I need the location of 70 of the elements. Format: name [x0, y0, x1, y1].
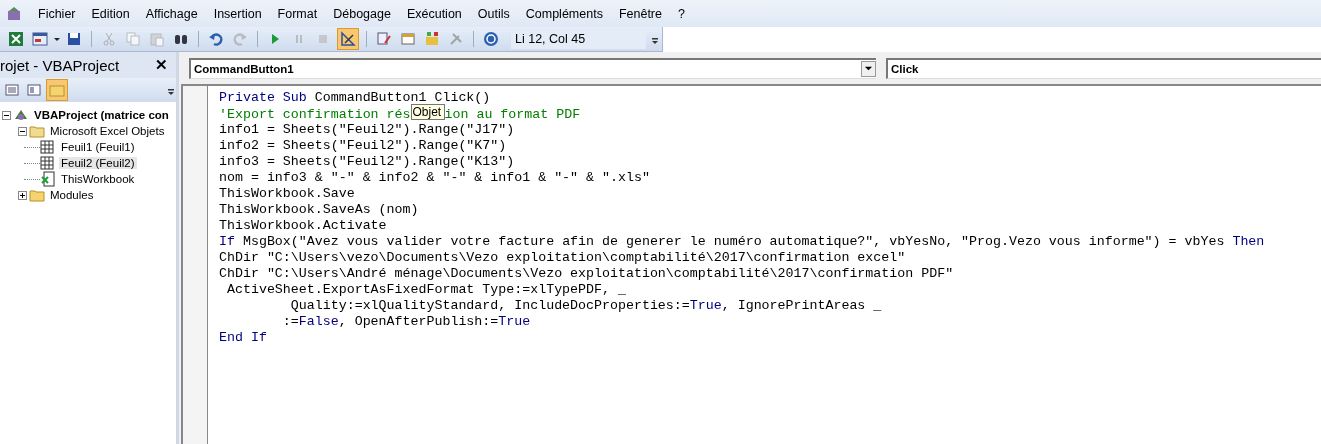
menu-item[interactable]: Insertion [205, 6, 270, 21]
tree-item[interactable]: ThisWorkbook [59, 173, 137, 185]
menu-item[interactable]: Débogage [325, 6, 399, 21]
project-explorer-icon[interactable] [376, 31, 392, 47]
code-comment: 'Export confirmation rés [219, 107, 411, 122]
code-keyword: True [689, 298, 722, 313]
code-keyword: Then [1232, 234, 1265, 249]
menu-item[interactable]: Fichier [30, 6, 84, 21]
excel-icon[interactable] [8, 31, 24, 47]
tree-item[interactable]: Feuil1 (Feuil1) [59, 141, 137, 153]
code-comment: ion au format PDF [444, 107, 581, 122]
sheet-icon [40, 139, 56, 155]
menu-item[interactable]: Compléments [517, 6, 611, 21]
dropdown-arrow-icon [864, 64, 873, 73]
code-text: ThisWorkbook.Activate [219, 218, 387, 233]
object-browser-icon[interactable] [424, 31, 440, 47]
code-text: MsgBox("Avez vous valider votre facture afin de generer le numéro automatique?", vbYesNo, "Prog.Vezo vous informe") = vbYes [241, 234, 1226, 249]
tree-item[interactable]: Microsoft Excel Objets [48, 125, 167, 137]
view-code-icon[interactable] [4, 82, 20, 98]
code-text: info1 = Sheets("Feuil2").Range("J17") [219, 122, 515, 137]
code-text: := [281, 314, 299, 329]
tooltip: Objet [410, 104, 445, 120]
menu-item[interactable]: Outils [469, 6, 518, 21]
help-icon[interactable] [483, 31, 499, 47]
workbook-icon [40, 171, 56, 187]
code-keyword: Private Sub [219, 90, 307, 105]
menu-item[interactable]: ? [670, 6, 693, 21]
procedure-dropdown[interactable]: Click [886, 57, 1321, 79]
tree-item[interactable]: Modules [48, 189, 96, 201]
code-text: CommandButton1 Click() [313, 90, 491, 105]
collapse-toggle[interactable] [18, 126, 27, 136]
app-icon[interactable] [6, 5, 22, 22]
menu-item[interactable]: Fenêtre [610, 6, 670, 21]
code-keyword: False [298, 314, 339, 329]
view-object-icon[interactable] [26, 82, 42, 98]
panel-title: rojet - VBAProject [0, 56, 120, 74]
code-text: ThisWorkbook.Save [219, 186, 355, 201]
folder-icon [29, 123, 45, 139]
code-text: nom = info3 & "-" & info2 & "-" & info1 & "-" & ".xls" [219, 170, 650, 185]
object-dropdown[interactable]: CommandButton1 [189, 57, 876, 79]
code-text: info3 = Sheets("Feuil2").Range("K13") [219, 154, 515, 169]
menu-item[interactable]: Format [269, 6, 326, 21]
code-keyword: End If [219, 330, 267, 345]
folder-icon [29, 187, 45, 203]
code-text: ActiveSheet.ExportAsFixedFormat Type:=xlTypePDF, _ [225, 282, 626, 297]
tree-item[interactable]: VBAProject (matrice con [32, 109, 171, 121]
code-keyword: True [498, 314, 531, 329]
collapse-toggle[interactable] [18, 190, 27, 200]
code-text: ChDir "C:\Users\vezo\Documents\Vezo exploitation\comptabilité\2017\confirmation excel" [219, 250, 906, 265]
code-text: ChDir "C:\Users\André ménage\Documents\Vezo exploitation\comptabilité\2017\confirmation PDF" [219, 266, 954, 281]
tree-item[interactable]: Feuil2 (Feuil2) [59, 157, 137, 169]
form-icon[interactable] [32, 31, 48, 47]
code-text: , OpenAfterPublish:= [338, 314, 499, 329]
code-keyword: If [219, 234, 235, 249]
save-icon[interactable] [66, 31, 82, 47]
close-button[interactable]: ✕ [151, 56, 172, 74]
code-text: info2 = Sheets("Feuil2").Range("K7") [219, 138, 507, 153]
collapse-toggle[interactable] [2, 110, 11, 120]
code-text: , IgnorePrintAreas _ [721, 298, 882, 313]
design-mode-button[interactable] [337, 28, 359, 50]
undo-icon[interactable] [208, 31, 224, 47]
properties-icon[interactable] [400, 31, 416, 47]
menu-item[interactable]: Exécution [398, 6, 470, 21]
toggle-folders-button[interactable] [46, 79, 68, 101]
menu-item[interactable]: Edition [83, 6, 138, 21]
code-text: ThisWorkbook.SaveAs (nom) [219, 202, 419, 217]
code-text: Quality:=xlQualityStandard, IncludeDocProperties:= [289, 298, 690, 313]
cursor-position: Li 12, Col 45 [511, 29, 646, 49]
menu-item[interactable]: Affichage [137, 6, 206, 21]
sheet-icon [40, 155, 56, 171]
